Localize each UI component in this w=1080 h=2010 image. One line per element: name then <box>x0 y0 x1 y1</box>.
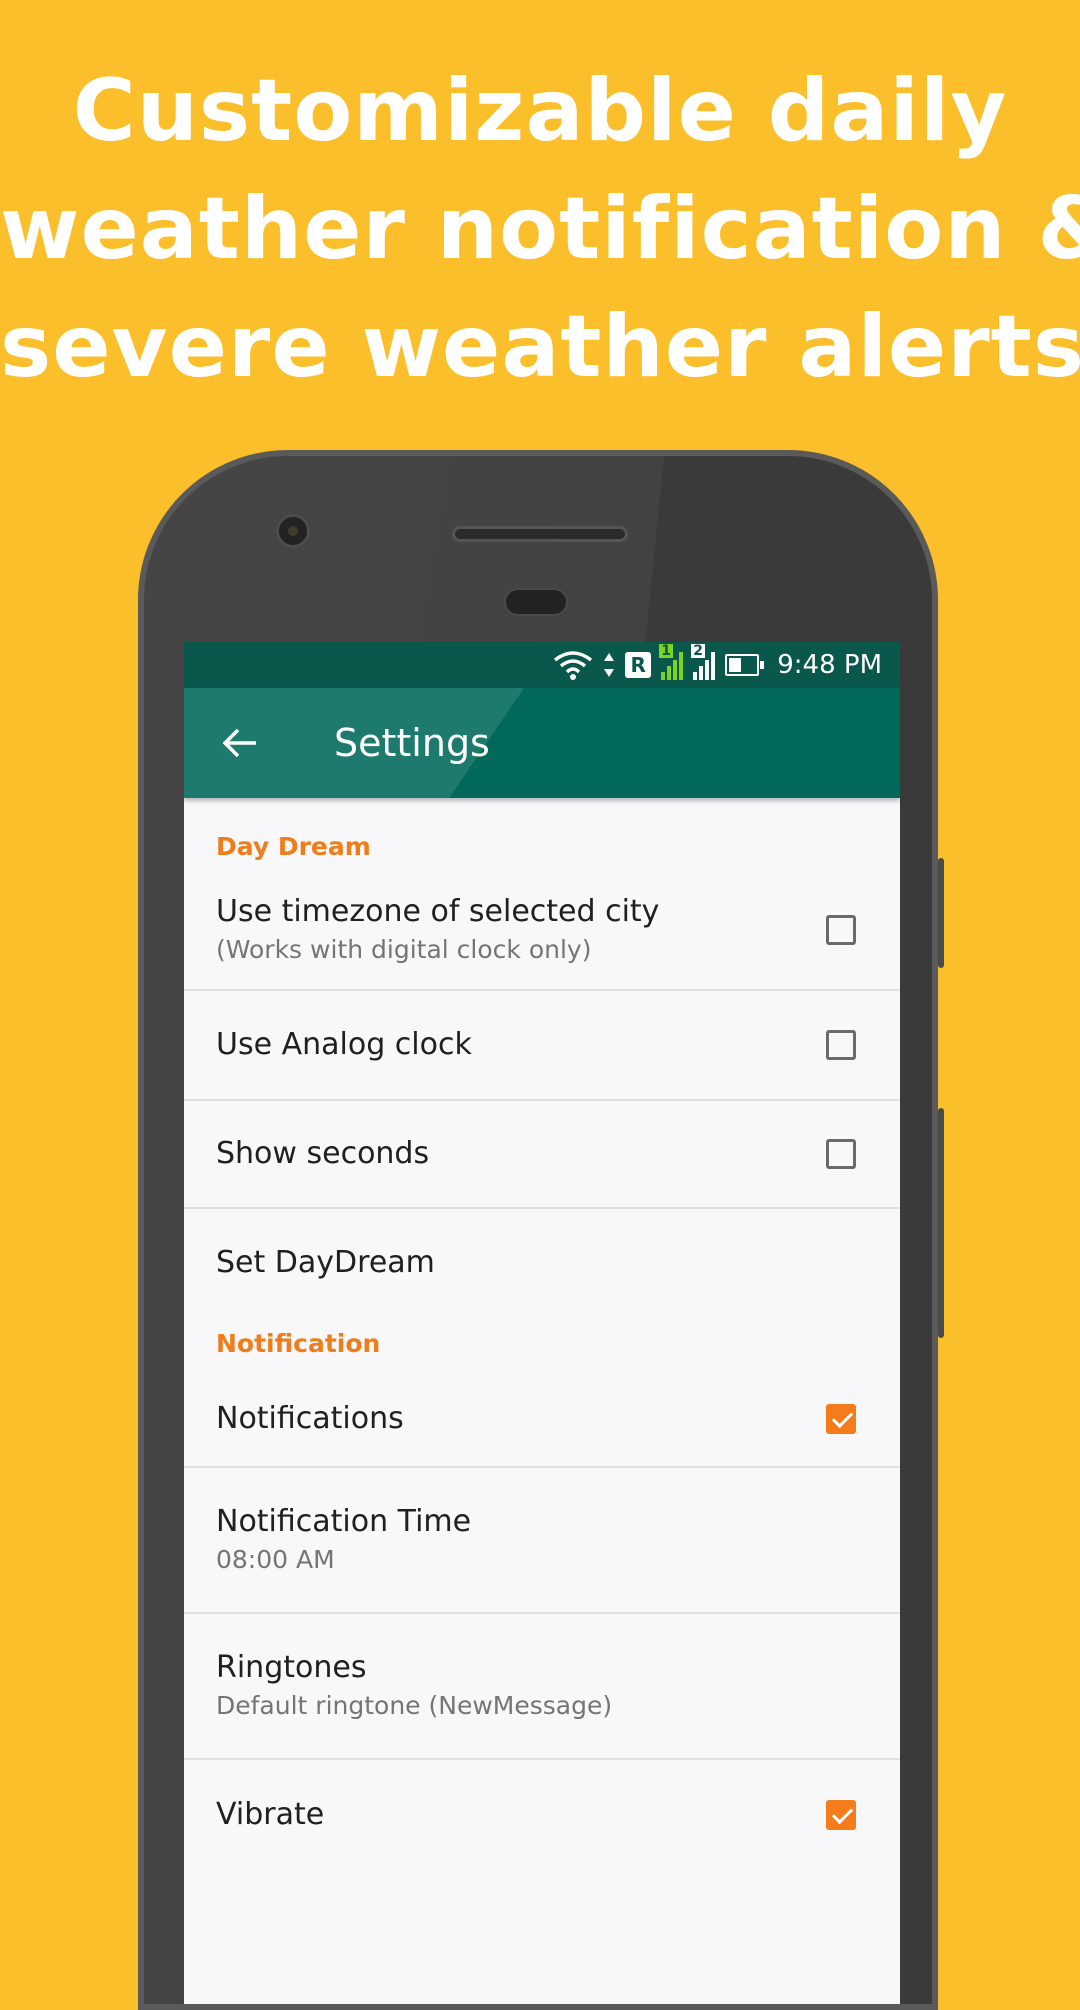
section-header-day-dream: Day Dream <box>216 832 371 861</box>
phone-screen: R 1 2 9:48 PM Settings Day Dream Use tim… <box>184 642 900 2004</box>
pref-show-seconds[interactable]: Show seconds <box>184 1101 900 1209</box>
show-seconds-checkbox[interactable] <box>826 1139 856 1169</box>
sim1-signal-icon: 1 <box>659 644 684 680</box>
pref-title: Notification Time <box>216 1504 472 1539</box>
analog-clock-checkbox[interactable] <box>826 1030 856 1060</box>
roaming-icon: R <box>625 652 652 678</box>
notifications-checkbox[interactable] <box>826 1404 856 1434</box>
pref-title: Notifications <box>216 1401 404 1436</box>
pref-text: Use timezone of selected city (Works wit… <box>216 892 826 968</box>
phone-power-button <box>938 858 944 968</box>
status-bar: R 1 2 9:48 PM <box>184 642 900 688</box>
pref-notification-time[interactable]: Notification Time 08:00 AM <box>184 1468 900 1614</box>
sim1-label: 1 <box>659 643 673 659</box>
pref-use-timezone[interactable]: Use timezone of selected city (Works wit… <box>184 871 900 991</box>
headline-line-2: weather notification & <box>0 179 1080 279</box>
battery-icon <box>725 654 765 676</box>
wifi-icon <box>553 650 593 680</box>
earpiece-speaker <box>452 526 628 542</box>
sim2-signal-icon: 2 <box>691 644 716 680</box>
pref-text: Vibrate <box>216 1795 826 1835</box>
promo-headline: Customizable daily weather notification … <box>0 52 1080 406</box>
front-camera <box>276 514 310 548</box>
pref-title: Use Analog clock <box>216 1027 472 1062</box>
pref-notifications[interactable]: Notifications <box>184 1372 900 1468</box>
pref-text: Set DayDream <box>216 1243 868 1283</box>
pref-title: Show seconds <box>216 1136 430 1171</box>
pref-use-analog-clock[interactable]: Use Analog clock <box>184 991 900 1101</box>
pref-set-daydream[interactable]: Set DayDream <box>184 1209 900 1317</box>
sim2-label: 2 <box>691 643 705 659</box>
settings-list: Day Dream Use timezone of selected city … <box>184 798 900 1870</box>
app-bar: Settings <box>184 688 900 798</box>
headline-line-3: severe weather alerts <box>0 297 1080 397</box>
timezone-checkbox[interactable] <box>826 915 856 945</box>
headline-line-1: Customizable daily <box>72 61 1008 161</box>
pref-subtitle: Default ringtone (NewMessage) <box>216 1691 613 1720</box>
phone-frame: R 1 2 9:48 PM Settings Day Dream Use tim… <box>138 450 938 2010</box>
pref-title: Use timezone of selected city <box>216 894 660 929</box>
section-header-notification: Notification <box>216 1329 381 1358</box>
pref-subtitle: 08:00 AM <box>216 1545 335 1574</box>
pref-title: Ringtones <box>216 1650 367 1685</box>
pref-text: Notifications <box>216 1399 826 1439</box>
pref-vibrate[interactable]: Vibrate <box>184 1760 900 1870</box>
back-arrow-icon[interactable] <box>220 723 260 763</box>
pref-text: Use Analog clock <box>216 1025 826 1065</box>
page-title: Settings <box>334 721 490 765</box>
pref-subtitle: (Works with digital clock only) <box>216 935 592 964</box>
phone-volume-button <box>938 1108 944 1338</box>
pref-title: Set DayDream <box>216 1245 435 1280</box>
pref-ringtones[interactable]: Ringtones Default ringtone (NewMessage) <box>184 1614 900 1760</box>
status-time: 9:48 PM <box>777 650 882 680</box>
pref-text: Show seconds <box>216 1134 826 1174</box>
data-arrows-icon <box>603 651 615 679</box>
pref-text: Ringtones Default ringtone (NewMessage) <box>216 1648 868 1724</box>
pref-text: Notification Time 08:00 AM <box>216 1502 868 1578</box>
pref-title: Vibrate <box>216 1797 325 1832</box>
proximity-sensor <box>504 588 568 616</box>
vibrate-checkbox[interactable] <box>826 1800 856 1830</box>
